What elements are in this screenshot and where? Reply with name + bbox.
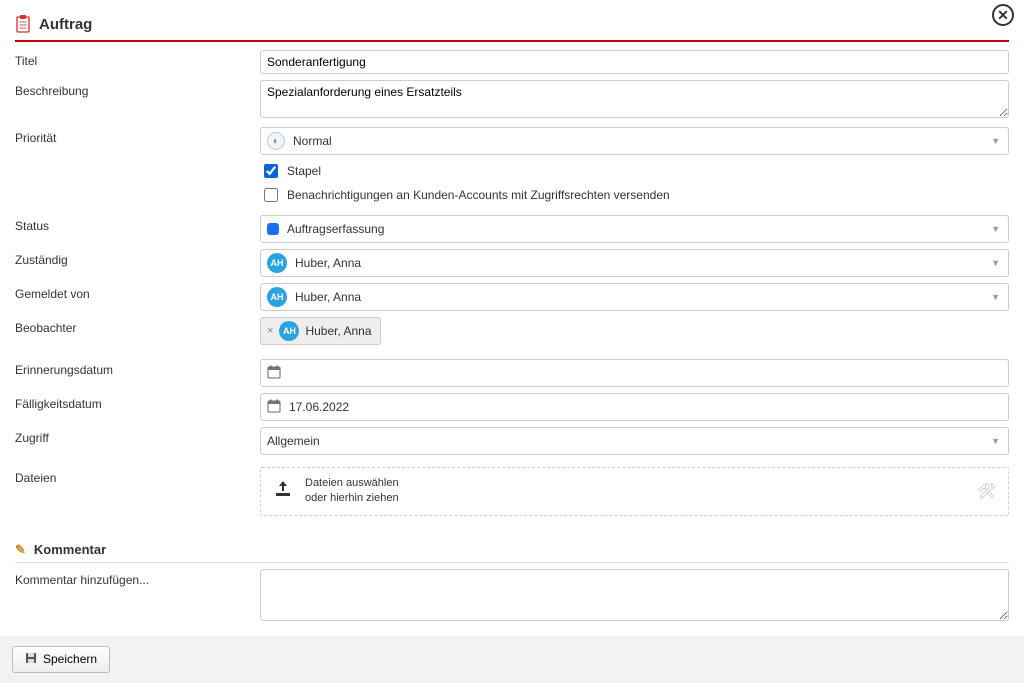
avatar: AH [267,253,287,273]
footer: Speichern [0,636,1024,683]
file-dropzone[interactable]: Dateien auswählen oder hierhin ziehen 🛠 [260,467,1009,516]
chevron-down-icon: ▼ [991,292,1000,302]
reporter-value: Huber, Anna [295,290,361,304]
label-zustaendig: Zuständig [15,249,260,267]
save-button-label: Speichern [43,652,97,666]
file-drop-text: Dateien auswählen oder hierhin ziehen [305,476,399,507]
status-select[interactable]: Auftragserfassung ▼ [260,215,1009,243]
notify-label: Benachrichtigungen an Kunden-Accounts mi… [287,188,670,202]
calendar-icon [267,365,281,382]
observer-chip[interactable]: × AH Huber, Anna [260,317,381,345]
save-icon [25,652,37,667]
avatar: AH [267,287,287,307]
status-color-icon [267,223,279,235]
dialog-header: Auftrag ✕ [15,10,1009,42]
label-gemeldet: Gemeldet von [15,283,260,301]
comment-icon: ✎ [15,542,26,558]
label-add-comment: Kommentar hinzufügen... [15,569,260,587]
reminder-date-input[interactable] [260,359,1009,387]
comment-section-header: ✎ Kommentar [15,538,1009,563]
priority-select[interactable]: ◐ Normal ▼ [260,127,1009,155]
reporter-select[interactable]: AH Huber, Anna ▼ [260,283,1009,311]
priority-value: Normal [293,134,332,148]
access-value: Allgemein [267,434,320,448]
label-beobachter: Beobachter [15,317,260,335]
clipboard-icon [15,14,31,34]
label-beschreibung: Beschreibung [15,80,260,98]
chevron-down-icon: ▼ [991,136,1000,146]
observer-name: Huber, Anna [305,324,371,338]
label-titel: Titel [15,50,260,68]
chevron-down-icon: ▼ [991,258,1000,268]
stack-checkbox[interactable] [264,164,278,178]
remove-chip-icon[interactable]: × [267,325,273,337]
label-erinnerung: Erinnerungsdatum [15,359,260,377]
avatar: AH [279,321,299,341]
label-status: Status [15,215,260,233]
assignee-value: Huber, Anna [295,256,361,270]
page-title: Auftrag [39,16,92,33]
form: Titel Beschreibung Spezialanforderung ei… [15,42,1009,624]
tools-icon[interactable]: 🛠 [977,482,996,500]
label-zugriff: Zugriff [15,427,260,445]
description-textarea[interactable]: Spezialanforderung eines Ersatzteils [260,80,1009,118]
chevron-down-icon: ▼ [991,224,1000,234]
notify-checkbox[interactable] [264,188,278,202]
label-dateien: Dateien [15,467,260,485]
title-input[interactable] [260,50,1009,74]
comment-heading: Kommentar [34,542,106,557]
chevron-down-icon: ▼ [991,436,1000,446]
save-button[interactable]: Speichern [12,646,110,673]
priority-normal-icon: ◐ [267,132,285,150]
status-value: Auftragserfassung [287,222,384,236]
due-date-input[interactable]: 17.06.2022 [260,393,1009,421]
label-faelligkeit: Fälligkeitsdatum [15,393,260,411]
due-date-value: 17.06.2022 [289,400,349,414]
comment-textarea[interactable] [260,569,1009,621]
label-prioritaet: Priorität [15,127,260,145]
upload-icon [273,479,293,504]
calendar-icon [267,399,281,416]
assignee-select[interactable]: AH Huber, Anna ▼ [260,249,1009,277]
close-button[interactable]: ✕ [992,4,1014,26]
stack-label: Stapel [287,164,321,178]
access-select[interactable]: Allgemein ▼ [260,427,1009,455]
